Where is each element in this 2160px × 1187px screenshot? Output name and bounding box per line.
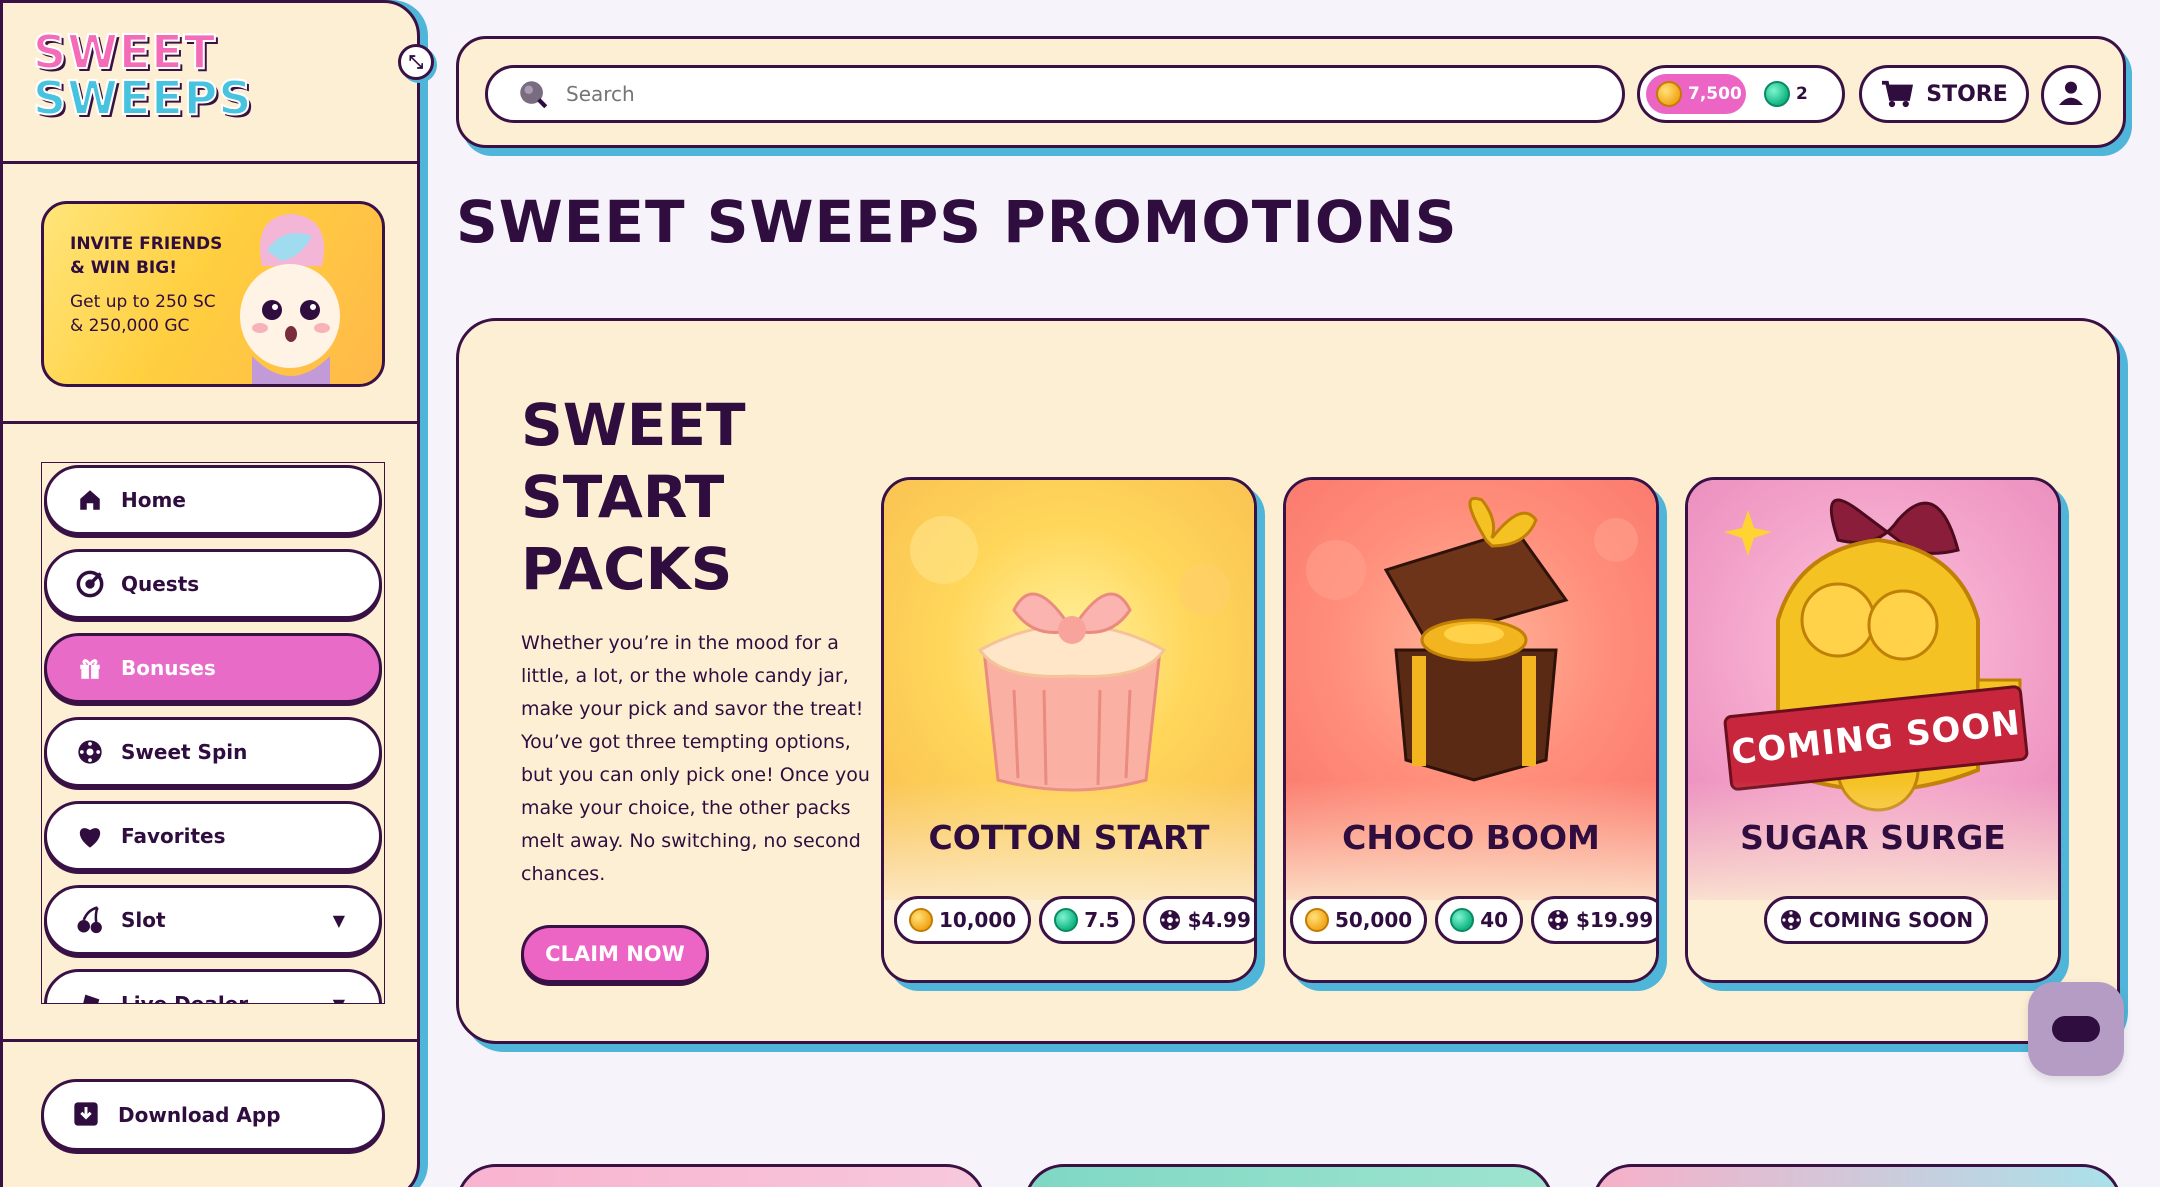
sweeps-coin-amount: 40 bbox=[1480, 908, 1509, 932]
home-icon bbox=[75, 485, 105, 515]
sidebar-collapse-button[interactable]: ⤡ bbox=[398, 44, 434, 80]
pack-name: COTTON START bbox=[928, 818, 1210, 857]
sidebar-item-favorites[interactable]: Favorites bbox=[44, 801, 382, 871]
pack-rewards: 50,000 40 $19.99 bbox=[1290, 896, 1656, 944]
chevron-down-icon[interactable]: ▼ bbox=[333, 911, 345, 930]
chat-support-button[interactable] bbox=[2028, 982, 2124, 1076]
pack-price-button[interactable]: $4.99 bbox=[1142, 896, 1254, 944]
profile-button[interactable] bbox=[2041, 65, 2101, 125]
sidebar-item-sweet-spin[interactable]: Sweet Spin bbox=[44, 717, 382, 787]
pack-price-button[interactable]: $19.99 bbox=[1531, 896, 1656, 944]
download-icon bbox=[72, 1100, 102, 1130]
spin-wheel-icon bbox=[1159, 910, 1180, 930]
pack-name: SUGAR SURGE bbox=[1740, 818, 2006, 857]
sweeps-coin-amount: 7.5 bbox=[1084, 908, 1120, 932]
chat-bubble-icon bbox=[2052, 1016, 2100, 1042]
promo-heading: SWEET START PACKS bbox=[521, 391, 746, 603]
sweeps-coin-reward: 40 bbox=[1435, 896, 1524, 944]
invite-friends-banner[interactable]: INVITE FRIENDS & WIN BIG! Get up to 250 … bbox=[41, 201, 385, 387]
cherry-icon bbox=[75, 905, 105, 935]
invite-banner-title: INVITE FRIENDS & WIN BIG! bbox=[70, 234, 223, 278]
sidebar-item-home[interactable]: Home bbox=[44, 465, 382, 535]
sweeps-coin-reward: 7.5 bbox=[1039, 896, 1135, 944]
promo-card-peek[interactable] bbox=[1024, 1164, 1554, 1187]
mascot-illustration bbox=[240, 214, 340, 384]
sidebar-item-live-dealer[interactable]: Live Dealer ▼ bbox=[44, 969, 382, 1004]
pack-price: $4.99 bbox=[1187, 908, 1251, 932]
store-button[interactable]: STORE bbox=[1859, 65, 2029, 123]
sidebar-item-label: Sweet Spin bbox=[121, 740, 248, 764]
brand-logo[interactable]: SWEET SWEEPS bbox=[32, 25, 263, 139]
currency-balance[interactable]: 7,500 2 bbox=[1637, 65, 1845, 123]
sidebar: SWEET SWEEPS INVITE FRIENDS & WIN BIG! G… bbox=[0, 0, 420, 1187]
promo-card-peek[interactable] bbox=[1592, 1164, 2122, 1187]
sweeps-coin-icon bbox=[1764, 81, 1790, 107]
sidebar-item-label: Home bbox=[121, 488, 186, 512]
sidebar-divider bbox=[3, 421, 420, 424]
gold-coin-icon bbox=[1305, 908, 1329, 932]
sidebar-nav: Home Quests Bonuses Sweet Spin Favorites… bbox=[41, 462, 385, 1004]
sidebar-item-quests[interactable]: Quests bbox=[44, 549, 382, 619]
sidebar-item-label: Favorites bbox=[121, 824, 226, 848]
gold-coin-amount: 7,500 bbox=[1688, 84, 1742, 104]
pack-card-choco-boom[interactable]: CHOCO BOOM 50,000 40 $19.99 bbox=[1283, 477, 1659, 983]
brand-logo-line2: SWEEPS bbox=[32, 71, 253, 125]
pack-rewards: 10,000 7.5 $4.99 bbox=[894, 896, 1254, 944]
pack-rewards: COMING SOON bbox=[1698, 896, 2054, 944]
quests-icon bbox=[75, 569, 105, 599]
user-icon bbox=[2055, 77, 2087, 113]
gift-icon bbox=[75, 653, 105, 683]
sidebar-item-label: Live Dealer bbox=[121, 992, 249, 1004]
expand-arrows-icon: ⤡ bbox=[408, 51, 424, 73]
gold-coin-amount: 10,000 bbox=[939, 908, 1017, 932]
spin-wheel-icon bbox=[1780, 910, 1801, 930]
spin-wheel-icon bbox=[1548, 910, 1569, 930]
sidebar-item-slot[interactable]: Slot ▼ bbox=[44, 885, 382, 955]
dealer-icon bbox=[75, 989, 105, 1003]
sidebar-divider bbox=[3, 1039, 420, 1042]
sweeps-coin-icon bbox=[1054, 908, 1079, 932]
sidebar-item-label: Slot bbox=[121, 908, 166, 932]
gold-coin-icon bbox=[909, 908, 933, 932]
coming-soon-label: COMING SOON bbox=[1808, 908, 1974, 932]
invite-banner-subtitle: Get up to 250 SC & 250,000 GC bbox=[70, 292, 216, 336]
sidebar-divider bbox=[3, 161, 420, 164]
spin-wheel-icon bbox=[75, 737, 105, 767]
download-app-button[interactable]: Download App bbox=[41, 1079, 385, 1151]
cart-icon bbox=[1880, 79, 1914, 109]
sweeps-coin-balance[interactable]: 2 bbox=[1764, 74, 1834, 114]
sweet-start-packs-section: SWEET START PACKS Whether you’re in the … bbox=[456, 318, 2120, 1044]
brand-logo-line1: SWEET bbox=[32, 25, 217, 79]
promo-card-peek[interactable] bbox=[456, 1164, 986, 1187]
search-input[interactable] bbox=[566, 82, 1466, 106]
gold-coin-balance[interactable]: 7,500 bbox=[1646, 74, 1746, 114]
sidebar-item-bonuses[interactable]: Bonuses bbox=[44, 633, 382, 703]
gold-coin-icon bbox=[1656, 81, 1682, 107]
pack-card-sugar-surge[interactable]: COMING SOON SUGAR SURGE COMING SOON bbox=[1685, 477, 2061, 983]
search-bar[interactable] bbox=[485, 65, 1625, 123]
gold-coin-reward: 50,000 bbox=[1290, 896, 1428, 944]
promo-description: Whether you’re in the mood for a little,… bbox=[521, 632, 870, 885]
sidebar-item-label: Quests bbox=[121, 572, 200, 596]
download-app-label: Download App bbox=[118, 1103, 281, 1127]
pack-card-cotton-start[interactable]: COTTON START 10,000 7.5 $4.99 bbox=[881, 477, 1257, 983]
sweeps-coin-amount: 2 bbox=[1796, 84, 1808, 104]
heart-icon bbox=[75, 821, 105, 851]
pack-price: $19.99 bbox=[1576, 908, 1654, 932]
claim-now-button[interactable]: CLAIM NOW bbox=[521, 925, 709, 983]
coming-soon-badge: COMING SOON bbox=[1763, 896, 1989, 944]
top-bar: 7,500 2 STORE bbox=[456, 36, 2126, 148]
pack-name: CHOCO BOOM bbox=[1342, 818, 1600, 857]
chevron-down-icon[interactable]: ▼ bbox=[333, 995, 345, 1004]
sweeps-coin-icon bbox=[1450, 908, 1475, 932]
gold-coin-reward: 10,000 bbox=[894, 896, 1032, 944]
store-label: STORE bbox=[1926, 81, 2008, 107]
page-title: SWEET SWEEPS PROMOTIONS bbox=[456, 188, 1458, 256]
gold-coin-amount: 50,000 bbox=[1335, 908, 1413, 932]
search-icon bbox=[516, 77, 550, 111]
sidebar-item-label: Bonuses bbox=[121, 656, 216, 680]
